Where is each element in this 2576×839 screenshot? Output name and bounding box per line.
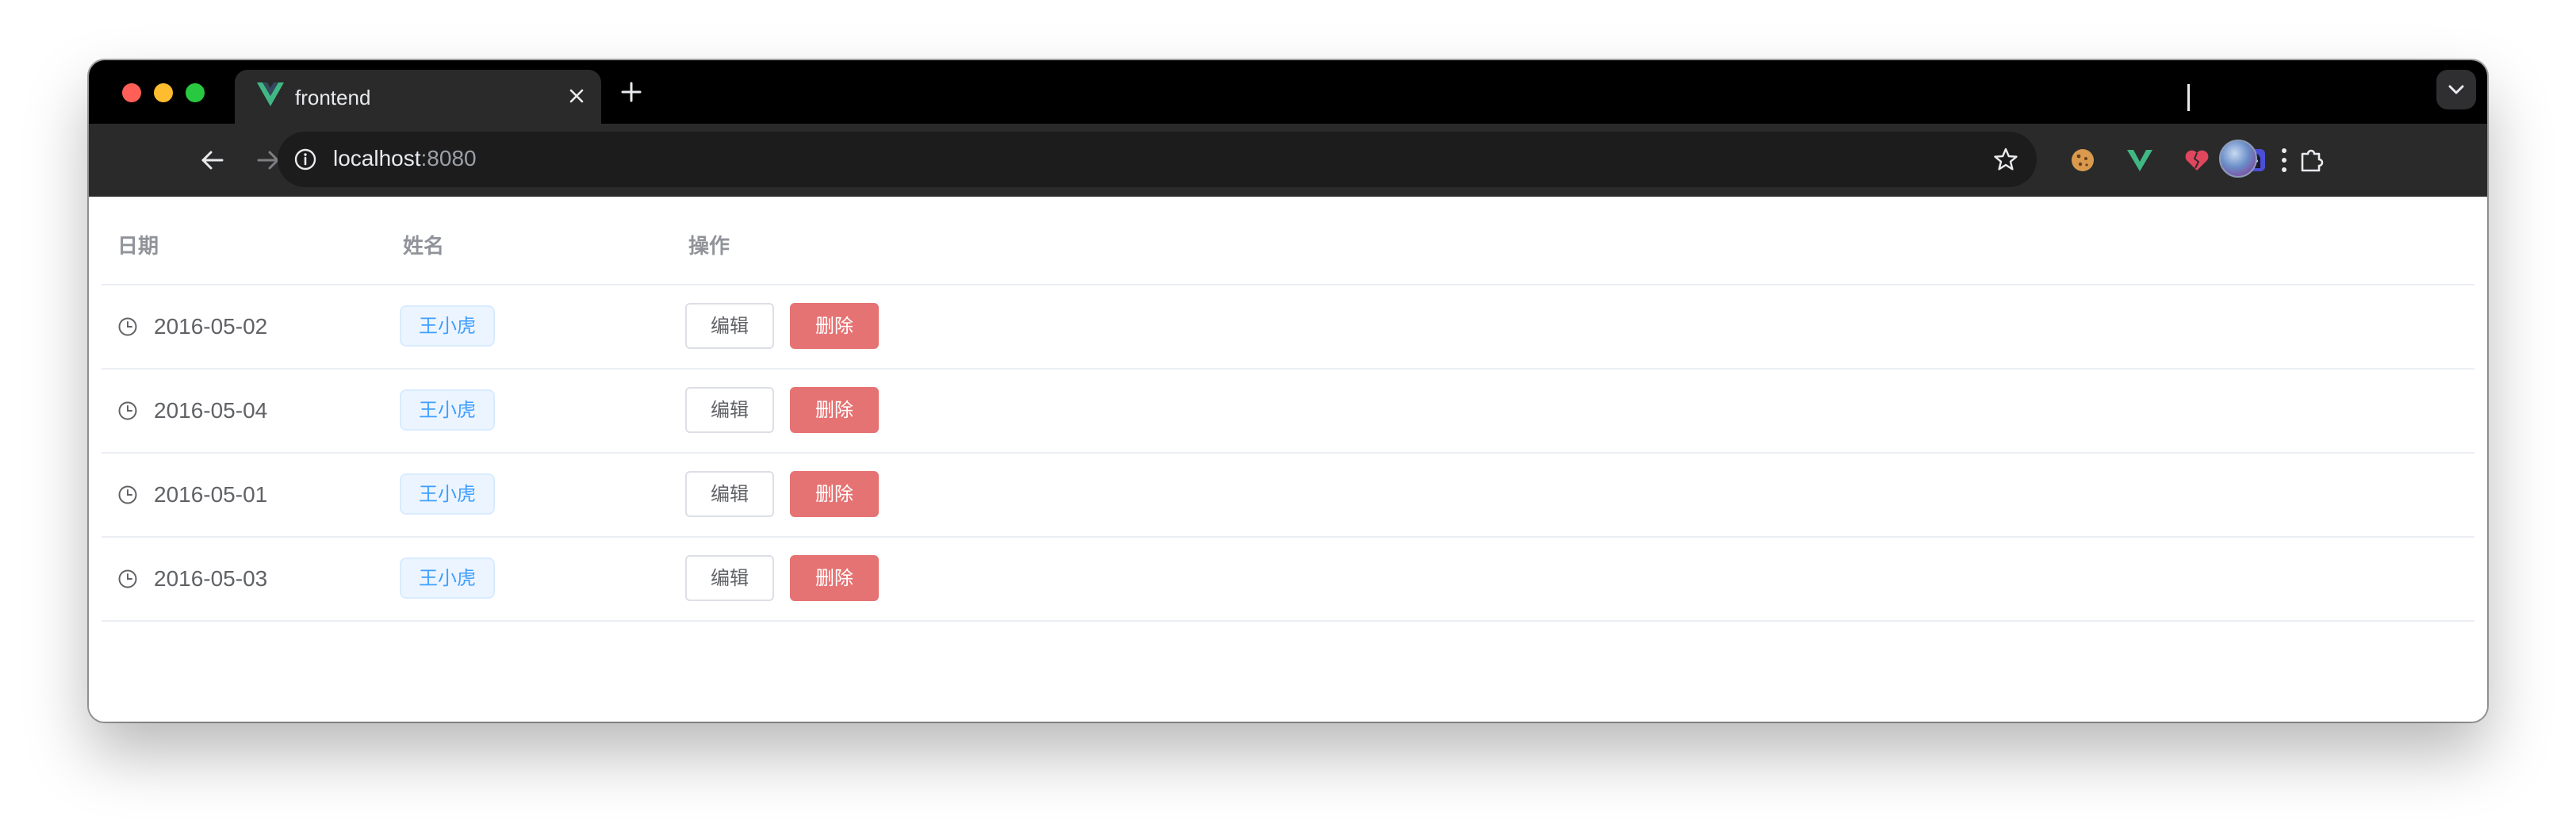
cookie-extension-icon[interactable] (2067, 144, 2099, 176)
edit-button[interactable]: 编辑 (685, 387, 774, 433)
vue-logo-icon (257, 82, 284, 106)
new-tab-icon[interactable] (617, 78, 646, 106)
chevron-down-icon (2448, 85, 2464, 94)
header-actions: 操作 (688, 234, 730, 258)
browser-toolbar: localhost:8080 (89, 124, 2487, 197)
close-tab-icon[interactable] (565, 84, 588, 108)
date-text: 2016-05-03 (154, 566, 268, 591)
clock-icon (118, 569, 137, 588)
name-tag: 王小虎 (400, 389, 495, 431)
table-row: 2016-05-03 王小虎 编辑 删除 (102, 538, 2474, 622)
delete-button[interactable]: 删除 (790, 387, 879, 433)
tab-search-button[interactable] (2436, 70, 2476, 109)
clock-icon (118, 485, 137, 504)
date-cell: 2016-05-04 (117, 398, 267, 423)
header-date: 日期 (117, 234, 159, 258)
vue-devtools-icon[interactable] (2124, 144, 2156, 176)
puzzle-extensions-icon[interactable] (2295, 144, 2327, 176)
clock-icon (118, 401, 137, 420)
address-bar[interactable]: localhost:8080 (278, 132, 2037, 187)
date-text: 2016-05-04 (154, 398, 268, 423)
back-arrow-icon[interactable] (195, 143, 230, 178)
broken-heart-extension-icon[interactable] (2181, 144, 2213, 176)
site-info-icon[interactable] (293, 147, 317, 171)
toolbar-divider (2187, 84, 2190, 111)
date-text: 2016-05-02 (154, 314, 268, 339)
edit-button[interactable]: 编辑 (685, 555, 774, 601)
header-name: 姓名 (403, 234, 445, 258)
table-row: 2016-05-02 王小虎 编辑 删除 (102, 285, 2474, 370)
edit-button[interactable]: 编辑 (685, 303, 774, 349)
table-row: 2016-05-04 王小虎 编辑 删除 (102, 370, 2474, 454)
more-menu-icon[interactable] (2268, 143, 2300, 178)
table-header: 日期 姓名 操作 (102, 197, 2474, 285)
clock-icon (118, 317, 137, 336)
date-cell: 2016-05-02 (117, 314, 267, 339)
date-text: 2016-05-01 (154, 482, 268, 507)
edit-button[interactable]: 编辑 (685, 471, 774, 517)
tab-title: frontend (295, 86, 371, 109)
browser-window: frontend localhost:8080 日期 姓名 操作 2016-05… (89, 60, 2487, 722)
date-cell: 2016-05-03 (117, 566, 267, 592)
name-tag: 王小虎 (400, 557, 495, 599)
url-host: localhost (333, 146, 421, 170)
profile-avatar[interactable] (2219, 140, 2257, 178)
window-minimize-button[interactable] (154, 83, 173, 102)
url-port: :8080 (420, 146, 477, 170)
date-cell: 2016-05-01 (117, 482, 267, 508)
bookmark-star-icon[interactable] (1992, 146, 2019, 173)
delete-button[interactable]: 删除 (790, 555, 879, 601)
window-maximize-button[interactable] (186, 83, 205, 102)
tab-strip: frontend (89, 60, 2487, 124)
page-content: 日期 姓名 操作 2016-05-02 王小虎 编辑 删除 2016-05-04… (89, 197, 2487, 722)
tab-frontend[interactable]: frontend (235, 70, 601, 124)
name-tag: 王小虎 (400, 305, 495, 347)
name-tag: 王小虎 (400, 473, 495, 515)
delete-button[interactable]: 删除 (790, 471, 879, 517)
table-row: 2016-05-01 王小虎 编辑 删除 (102, 454, 2474, 538)
window-close-button[interactable] (122, 83, 141, 102)
delete-button[interactable]: 删除 (790, 303, 879, 349)
url-text: localhost:8080 (333, 146, 477, 171)
data-table: 日期 姓名 操作 2016-05-02 王小虎 编辑 删除 2016-05-04… (102, 197, 2474, 622)
